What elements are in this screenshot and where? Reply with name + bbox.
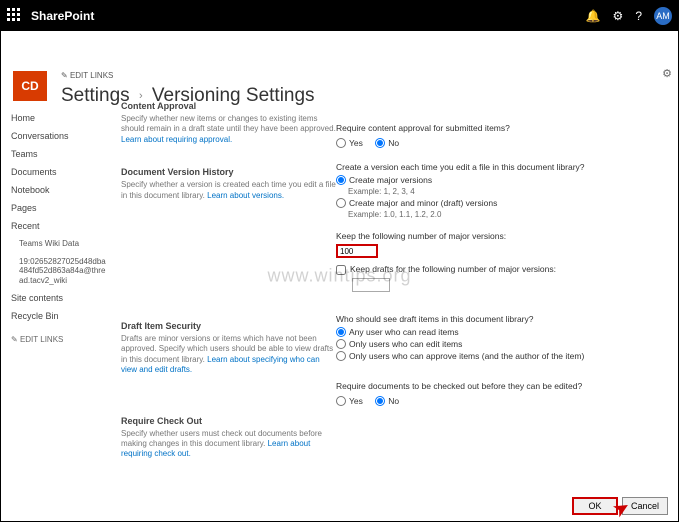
radio-who-any[interactable] <box>336 327 346 337</box>
section-title-content-approval: Content Approval <box>121 101 336 111</box>
label-checkout: Require documents to be checked out befo… <box>336 381 666 391</box>
radio-who-edit[interactable] <box>336 339 346 349</box>
label-no: No <box>388 138 399 148</box>
nav-site-contents[interactable]: Site contents <box>11 289 106 307</box>
nav-documents[interactable]: Documents <box>11 163 106 181</box>
section-title-draft-security: Draft Item Security <box>121 321 336 331</box>
label-keep-drafts: Keep drafts for the following number of … <box>350 264 556 274</box>
nav-conversations[interactable]: Conversations <box>11 127 106 145</box>
section-title-version-history: Document Version History <box>121 167 336 177</box>
checkbox-keep-drafts[interactable] <box>336 265 346 275</box>
label-keep-major: Keep the following number of major versi… <box>336 231 666 241</box>
nav-recent-child[interactable]: Teams Wiki Data <box>11 235 106 253</box>
label-who1: Any user who can read items <box>349 327 459 337</box>
radio-approval-yes[interactable] <box>336 138 346 148</box>
nav-home[interactable]: Home <box>11 109 106 127</box>
radio-approval-no[interactable] <box>375 138 385 148</box>
link-learn-versions[interactable]: Learn about versions. <box>207 191 284 200</box>
ok-button[interactable]: OK <box>572 497 618 515</box>
edit-links-bottom-label: EDIT LINKS <box>20 335 63 344</box>
site-logo[interactable]: CD <box>13 71 47 101</box>
label-yes: Yes <box>349 138 363 148</box>
nav-teams[interactable]: Teams <box>11 145 106 163</box>
label-create-version: Create a version each time you edit a fi… <box>336 162 666 172</box>
section-desc-ca: Specify whether new items or changes to … <box>121 114 336 133</box>
link-learn-approval[interactable]: Learn about requiring approval. <box>121 135 232 144</box>
cancel-button[interactable]: Cancel <box>622 497 668 515</box>
suite-bar: SharePoint 🔔 ⚙ ? AM <box>1 1 678 31</box>
radio-checkout-no[interactable] <box>375 396 385 406</box>
radio-minor[interactable] <box>336 198 346 208</box>
example-major: Example: 1, 2, 3, 4 <box>336 187 666 196</box>
label-who3: Only users who can approve items (and th… <box>349 351 584 361</box>
help-icon[interactable]: ? <box>635 9 642 23</box>
nav-recycle-bin[interactable]: Recycle Bin <box>11 307 106 325</box>
input-keep-drafts[interactable] <box>352 278 390 292</box>
app-launcher-icon[interactable] <box>7 8 23 24</box>
label-checkout-yes: Yes <box>349 396 363 406</box>
radio-checkout-yes[interactable] <box>336 396 346 406</box>
section-descriptions: Content Approval Specify whether new ite… <box>121 101 336 521</box>
label-who2: Only users who can edit items <box>349 339 462 349</box>
nav-recent[interactable]: Recent <box>11 217 106 235</box>
gear-icon[interactable]: ⚙ <box>613 9 624 23</box>
suite-title: SharePoint <box>31 9 94 23</box>
label-checkout-no: No <box>388 396 399 406</box>
label-minor: Create major and minor (draft) versions <box>349 198 497 208</box>
label-major: Create major versions <box>349 175 432 185</box>
edit-links-bottom[interactable]: ✎ EDIT LINKS <box>11 331 106 348</box>
example-minor: Example: 1.0, 1.1, 1.2, 2.0 <box>336 210 666 219</box>
nav-pages[interactable]: Pages <box>11 199 106 217</box>
avatar[interactable]: AM <box>654 7 672 25</box>
nav-notebook[interactable]: Notebook <box>11 181 106 199</box>
nav-recent-long[interactable]: 19:02652827025d48dba484fd52d863a84a@thre… <box>11 253 106 290</box>
section-title-require-checkout: Require Check Out <box>121 416 336 426</box>
bell-icon[interactable]: 🔔 <box>586 9 601 23</box>
radio-who-approve[interactable] <box>336 351 346 361</box>
radio-major[interactable] <box>336 175 346 185</box>
label-who: Who should see draft items in this docum… <box>336 314 666 324</box>
label-approval: Require content approval for submitted i… <box>336 123 666 133</box>
form-column: Require content approval for submitted i… <box>336 101 678 521</box>
input-keep-major[interactable] <box>336 244 378 258</box>
